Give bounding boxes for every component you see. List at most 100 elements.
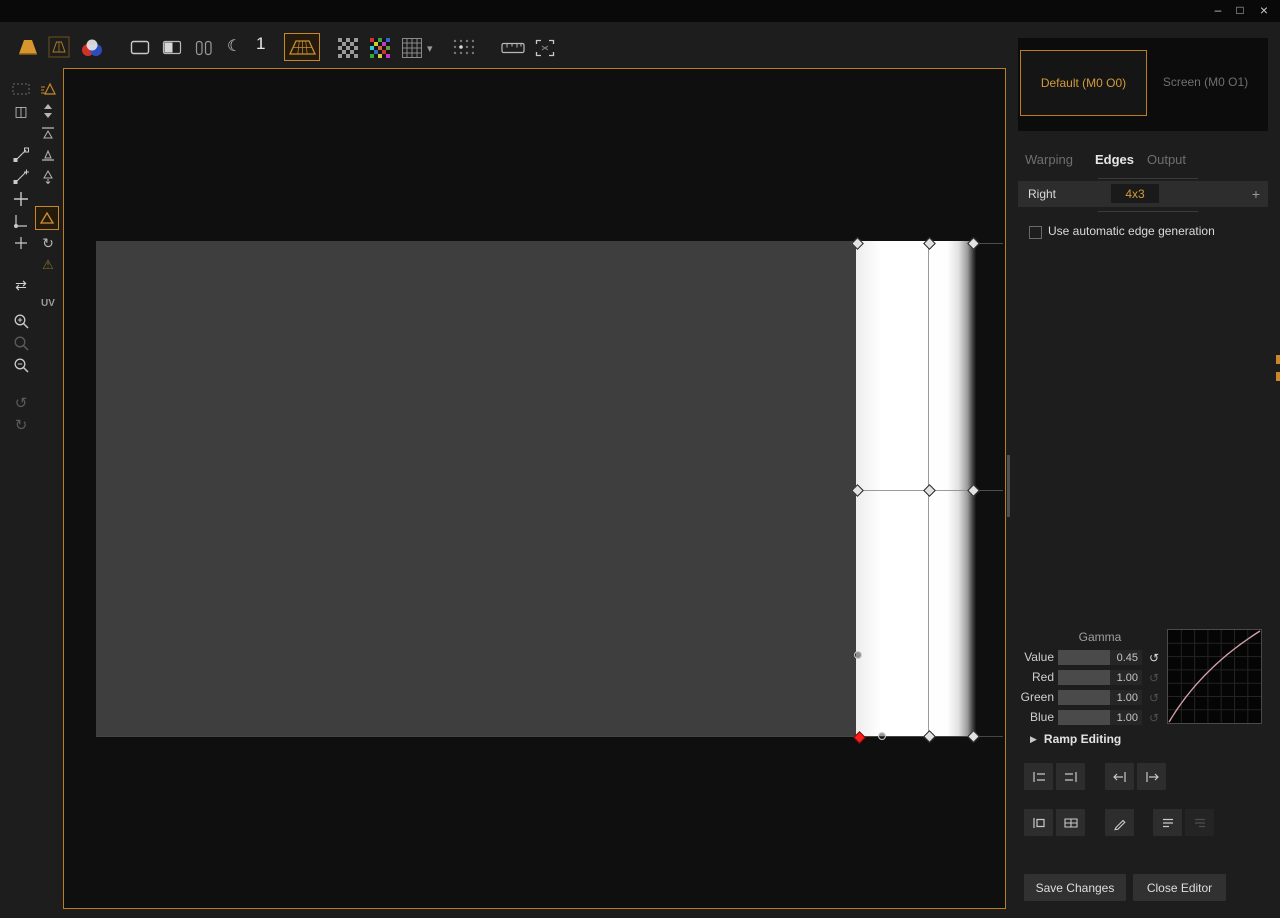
edit-tools-toolbar: ◫ ↻ ⚠ ⇄ UV ↺ ↻: [0, 66, 62, 486]
gamma-value-reset-icon[interactable]: ↺: [1147, 650, 1161, 665]
distribute-vertical-icon[interactable]: [37, 101, 59, 121]
gamma-value-input[interactable]: 0.45: [1058, 650, 1142, 665]
ramp-grid-button[interactable]: [1056, 809, 1085, 836]
close-button[interactable]: ×: [1254, 0, 1274, 20]
ramp-list-alt-button: [1185, 809, 1214, 836]
ramp-align-right-button[interactable]: [1056, 763, 1085, 790]
gamma-curve-graph: [1167, 629, 1262, 724]
gamma-red-input[interactable]: 1.00: [1058, 670, 1142, 685]
gamma-blue-number: 1.00: [1117, 710, 1138, 725]
warp-canvas[interactable]: [63, 68, 1006, 909]
gamma-blue-input[interactable]: 1.00: [1058, 710, 1142, 725]
panel-edge-marker: [1276, 355, 1280, 364]
edge-editor-panel: Default (M0 O0) Screen (M0 O1) Warping E…: [1010, 22, 1280, 918]
test-pattern-grid-icon[interactable]: [402, 38, 422, 58]
vertex-edit-icon[interactable]: [10, 145, 32, 165]
point-drop-icon[interactable]: [37, 167, 59, 187]
title-bar: – □ ×: [0, 0, 1280, 22]
ramp-shift-right-button[interactable]: [1137, 763, 1166, 790]
tab-warping[interactable]: Warping: [1025, 152, 1073, 167]
crosshair-move-icon[interactable]: [10, 189, 32, 209]
undo-icon[interactable]: ↺: [10, 393, 32, 413]
corner-vertex-icon[interactable]: [10, 211, 32, 231]
mesh-horizontal-line: [856, 490, 976, 491]
edge-name-label: Right: [1028, 181, 1056, 207]
pattern-dropdown-icon[interactable]: ▾: [427, 42, 433, 55]
uv-mode-icon[interactable]: UV: [37, 293, 59, 313]
mesh-subpoint-bottom[interactable]: [878, 732, 886, 740]
triangle-tool-selected-icon[interactable]: [35, 206, 59, 230]
zoom-in-icon[interactable]: [10, 311, 32, 331]
gamma-value-label: Value: [1010, 650, 1054, 665]
night-mode-icon[interactable]: ☾: [227, 36, 241, 56]
gamma-value-number: 0.45: [1117, 650, 1138, 665]
gamma-blue-label: Blue: [1010, 710, 1054, 725]
gamma-green-input[interactable]: 1.00: [1058, 690, 1142, 705]
blend-zone-inner: [856, 241, 929, 736]
rgb-channels-icon[interactable]: [79, 37, 105, 59]
save-changes-button[interactable]: Save Changes: [1024, 874, 1126, 901]
profile-tabs: Default (M0 O0) Screen (M0 O1): [1018, 38, 1268, 131]
divider: [1098, 211, 1198, 212]
auto-edge-label: Use automatic edge generation: [1048, 224, 1215, 238]
tab-screen-profile[interactable]: Screen (M0 O1): [1147, 50, 1264, 114]
warning-icon: ⚠: [37, 255, 59, 275]
projection-screen-icon[interactable]: [16, 36, 40, 58]
gamma-green-number: 1.00: [1117, 690, 1138, 705]
test-pattern-dots-icon[interactable]: [452, 38, 474, 58]
redo-icon[interactable]: ↻: [10, 415, 32, 435]
zoom-out-icon[interactable]: [10, 355, 32, 375]
ramp-extend-left-button[interactable]: [1024, 809, 1053, 836]
zoom-fit-icon[interactable]: [10, 333, 32, 353]
swap-icon[interactable]: ⇄: [10, 275, 32, 295]
ramp-align-left-button[interactable]: [1024, 763, 1053, 790]
edit-pencil-button[interactable]: [1105, 809, 1134, 836]
warp-mesh-icon[interactable]: [284, 33, 320, 61]
gamma-green-reset-icon[interactable]: ↺: [1147, 690, 1161, 705]
gamma-green-label: Green: [1010, 690, 1054, 705]
edge-resolution-value[interactable]: 4x3: [1111, 184, 1159, 203]
tab-edges[interactable]: Edges: [1095, 152, 1134, 167]
gamma-title: Gamma: [1058, 630, 1142, 644]
display-number-icon[interactable]: 1: [256, 34, 265, 54]
marquee-select-icon[interactable]: [10, 79, 32, 99]
vertex-add-icon[interactable]: [10, 167, 32, 187]
ramp-editing-header[interactable]: ▶ Ramp Editing: [1030, 732, 1121, 746]
main-toolbar: ☾ 1 ▾: [0, 22, 1010, 68]
ramp-list-button[interactable]: [1153, 809, 1182, 836]
gamma-curve-line: [1169, 631, 1260, 722]
expand-arrow-icon[interactable]: ▶: [1030, 734, 1037, 745]
test-pattern-checker-icon[interactable]: [338, 38, 358, 58]
add-point-icon[interactable]: [10, 233, 32, 253]
mesh-bottom-line: [96, 736, 1003, 737]
maximize-button[interactable]: □: [1230, 0, 1250, 20]
close-editor-button[interactable]: Close Editor: [1133, 874, 1226, 901]
add-edge-icon[interactable]: +: [1252, 181, 1260, 207]
tab-default-profile[interactable]: Default (M0 O0): [1020, 50, 1147, 116]
test-pattern-color-icon[interactable]: [370, 38, 390, 58]
display-icon[interactable]: [130, 39, 150, 57]
transform-bounds-icon[interactable]: [534, 38, 556, 58]
projection-screen-alt-icon[interactable]: [48, 36, 70, 58]
tab-output[interactable]: Output: [1147, 152, 1186, 167]
align-points-middle-icon[interactable]: [37, 145, 59, 165]
divider: [1098, 178, 1198, 179]
rotate-point-icon[interactable]: ↻: [37, 233, 59, 253]
half-split-display-icon[interactable]: [162, 39, 182, 57]
auto-edge-checkbox[interactable]: [1029, 226, 1042, 239]
align-points-top-icon[interactable]: [37, 123, 59, 143]
edge-row[interactable]: Right 4x3 +: [1018, 181, 1268, 207]
dual-bars-icon[interactable]: [194, 39, 214, 57]
gamma-red-label: Red: [1010, 670, 1054, 685]
ruler-icon[interactable]: [501, 42, 525, 54]
minimize-button[interactable]: –: [1208, 0, 1228, 20]
panel-edge-marker: [1276, 372, 1280, 381]
ramp-editing-label: Ramp Editing: [1044, 732, 1121, 746]
projection-surface: [96, 241, 856, 736]
gamma-blue-reset-icon[interactable]: ↺: [1147, 710, 1161, 725]
ramp-shift-left-button[interactable]: [1105, 763, 1134, 790]
gamma-red-reset-icon[interactable]: ↺: [1147, 670, 1161, 685]
split-view-icon[interactable]: ◫: [10, 101, 32, 121]
mesh-subpoint-left[interactable]: [854, 651, 862, 659]
surface-align-icon[interactable]: [37, 79, 59, 99]
